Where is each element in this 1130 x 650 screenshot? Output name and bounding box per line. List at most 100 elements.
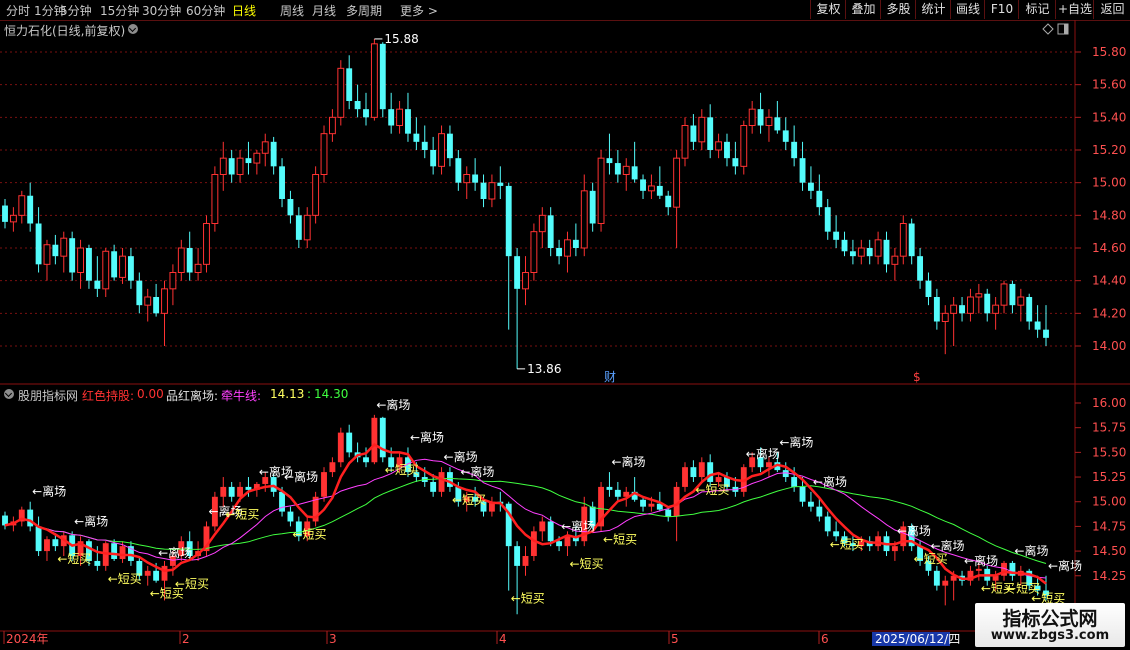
leave-signal-label: ←离场 — [964, 553, 998, 568]
candle-body — [883, 239, 890, 265]
buy-signal-label: ←短买 — [385, 463, 419, 477]
indicator-candle-body — [766, 462, 772, 468]
candle-body — [363, 109, 369, 118]
indicator-candle-body — [942, 580, 949, 586]
candle-body — [640, 179, 646, 191]
candle-body — [144, 296, 152, 306]
watermark-title: 指标公式网 — [1002, 608, 1098, 630]
indicator-candle-body — [119, 546, 126, 559]
candle-body — [857, 247, 865, 257]
panel-toggle-icon — [1064, 24, 1068, 34]
indicator-candle-body — [371, 417, 378, 463]
chart-area[interactable]: 15.80 15.60 15.40 15.20 15.00 14.80 14.60 14.40… — [0, 0, 1130, 650]
x-axis-label: 2024年 — [6, 632, 49, 646]
indicator-candle-body — [539, 521, 546, 532]
candle-body — [538, 214, 546, 233]
indicator-candle-body — [111, 543, 118, 559]
candle-body — [18, 195, 26, 216]
leave-signal-label: ←离场 — [897, 523, 931, 538]
candle-body — [52, 244, 59, 257]
candle-body — [807, 182, 814, 191]
indicator-y-tick-label: 15.00 — [1092, 495, 1126, 509]
candle-body — [866, 248, 873, 257]
indicator-candle-body — [337, 432, 344, 463]
watermark-logo: 指标公式网 www.zbgs3.com — [975, 603, 1125, 647]
indicator-candle-body — [94, 560, 101, 566]
candle-body — [228, 158, 235, 175]
x-axis-label: 5 — [671, 632, 679, 646]
candle-body — [765, 116, 773, 127]
candle-body — [564, 239, 571, 257]
buy-signal-label: ←短买 — [175, 577, 209, 591]
candle-body — [782, 130, 789, 142]
candle-body — [656, 185, 663, 196]
indicator-candle-body — [799, 486, 806, 502]
candle-body — [287, 199, 294, 216]
candle-body — [1000, 283, 1008, 306]
candle-body — [899, 223, 907, 257]
leave-signal-label: ←离场 — [1048, 558, 1082, 573]
indicator-candle-body — [807, 501, 814, 507]
candle-body — [186, 248, 193, 273]
y-tick-label: 14.40 — [1092, 274, 1126, 288]
leave-signal-label: ←离场 — [813, 474, 847, 489]
candle-body — [119, 255, 126, 278]
candle-body — [497, 182, 504, 186]
candle-body — [194, 263, 202, 274]
indicator-candle-body — [228, 486, 235, 497]
candle-body — [732, 158, 739, 167]
candle-body — [849, 251, 856, 257]
y-tick-label: 14.80 — [1092, 208, 1126, 222]
candle-body — [430, 150, 437, 167]
buy-signal-label: ←短买 — [695, 483, 729, 497]
candle-body — [975, 293, 983, 298]
candle-body — [35, 223, 42, 265]
candle-body — [698, 116, 706, 143]
candle-body — [715, 141, 723, 151]
indicator-candle-body — [144, 570, 151, 576]
indicator-candle-body — [237, 486, 244, 497]
indicator-candle-body — [52, 539, 59, 547]
y-tick-label: 14.60 — [1092, 241, 1126, 255]
indicator-candle-body — [875, 536, 882, 547]
candle-body — [354, 101, 361, 110]
candle-body — [463, 174, 471, 184]
candle-body — [413, 133, 420, 142]
indicator-candle-body — [556, 541, 563, 547]
leave-signal-label: ←离场 — [32, 484, 66, 499]
indicator-candle-body — [791, 477, 798, 487]
candle-body — [388, 109, 395, 126]
indicator-y-tick-label: 16.00 — [1092, 396, 1126, 410]
candle-body — [295, 215, 302, 240]
y-tick-label: 15.40 — [1092, 110, 1126, 124]
buy-signal-label: ←短买 — [57, 552, 91, 566]
indicator-candle-body — [891, 546, 898, 552]
buy-signal-label: ←短买 — [511, 592, 545, 606]
candle-body — [211, 174, 219, 224]
candle-body — [1034, 321, 1041, 330]
indicator-y-tick-label: 14.75 — [1092, 519, 1126, 533]
leave-signal-label: ←离场 — [74, 513, 108, 528]
indicator-candle-body — [245, 486, 252, 490]
indicator-candle-body — [606, 486, 613, 490]
candle-body — [505, 185, 512, 257]
candle-body — [774, 117, 781, 131]
leave-signal-label: ←离场 — [460, 464, 494, 479]
indicator-candle-body — [707, 462, 714, 482]
indicator-candle-body — [321, 472, 327, 497]
candle-body — [833, 231, 840, 240]
indicator-candle-body — [564, 536, 571, 547]
candle-body — [572, 239, 579, 248]
low-price-label: 13.86 — [527, 362, 561, 376]
candle-body — [647, 185, 655, 192]
candle-body — [967, 296, 974, 314]
candle-body — [959, 305, 965, 314]
indicator-candle-body — [648, 503, 655, 507]
indicator-candle-body — [698, 462, 705, 478]
buy-signal-label: ←短买 — [225, 508, 259, 522]
candle-body — [799, 158, 806, 183]
candle-body — [917, 256, 924, 281]
candle-body — [891, 255, 899, 265]
candle-body — [94, 280, 101, 289]
candle-body — [102, 250, 110, 290]
